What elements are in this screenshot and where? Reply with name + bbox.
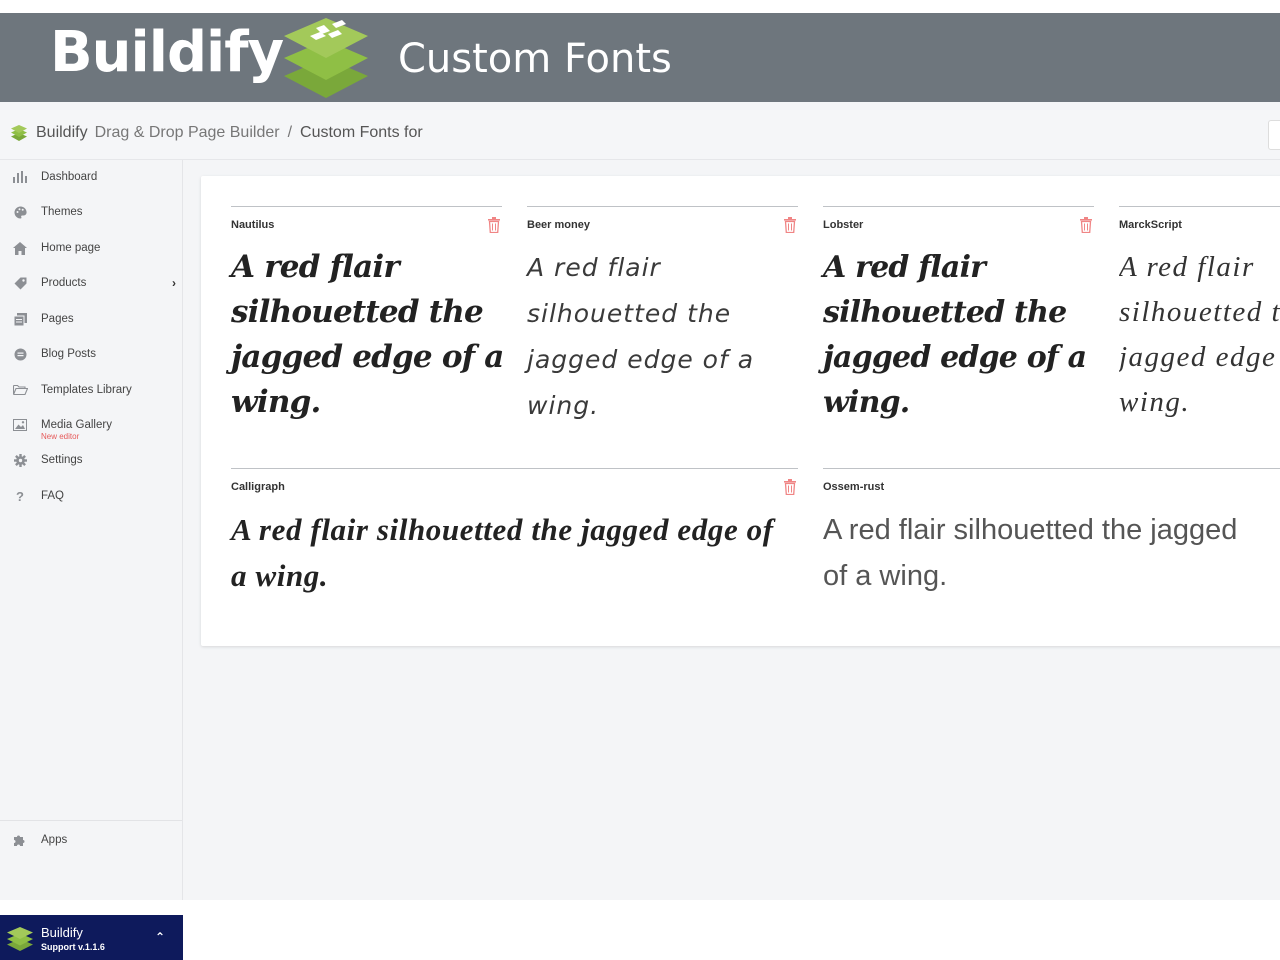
chevron-up-icon[interactable]: ⌃ bbox=[155, 930, 165, 944]
question-icon: ? bbox=[16, 488, 24, 504]
tag-icon bbox=[12, 275, 28, 291]
trash-icon[interactable] bbox=[783, 217, 797, 233]
font-sample: A red flair silhouetted the jagged edge … bbox=[527, 253, 755, 420]
sidebar-item-label: Products bbox=[41, 277, 87, 289]
puzzle-icon bbox=[12, 832, 28, 848]
buildify-logo-icon bbox=[284, 18, 368, 98]
font-card-calligraph: Calligraph A red flair silhouetted the j… bbox=[231, 468, 798, 608]
sidebar-item-label: Home page bbox=[41, 242, 101, 254]
sidebar-item-templates-library[interactable]: Templates Library bbox=[0, 373, 182, 407]
font-card-beer-money: Beer money A red flair silhouetted the j… bbox=[527, 206, 798, 436]
promo-banner: Buildify Custom Fonts bbox=[0, 0, 1280, 102]
sidebar-item-home-page[interactable]: Home page bbox=[0, 231, 182, 265]
gear-icon bbox=[12, 452, 28, 468]
trash-icon[interactable] bbox=[487, 217, 501, 233]
font-card-lobster: Lobster A red flair silhouetted the jagg… bbox=[823, 206, 1094, 436]
breadcrumb-separator: / bbox=[287, 124, 293, 141]
sidebar-item-settings[interactable]: Settings bbox=[0, 443, 182, 477]
breadcrumb-parent[interactable]: Drag & Drop Page Builder bbox=[95, 124, 280, 142]
footer-title: Buildify bbox=[41, 925, 83, 940]
breadcrumb: Buildify Drag & Drop Page Builder / Cust… bbox=[10, 124, 423, 142]
banner-brand: Buildify bbox=[50, 20, 284, 85]
sidebar-item-label: Blog Posts bbox=[41, 348, 96, 360]
top-bar: Buildify Drag & Drop Page Builder / Cust… bbox=[0, 110, 1280, 160]
folder-open-icon bbox=[12, 382, 28, 398]
sidebar-divider bbox=[0, 820, 182, 821]
font-sample: A red flair silhouetted the jagged edge … bbox=[231, 512, 774, 593]
font-sample-line: A red flair silhouetted the jagged bbox=[823, 514, 1238, 546]
sidebar-item-label: Themes bbox=[41, 206, 83, 218]
sidebar-item-label: Apps bbox=[41, 834, 68, 846]
sidebar-item-products[interactable]: Products › bbox=[0, 266, 182, 300]
buildify-footer-logo-icon bbox=[7, 927, 33, 951]
font-sample: A red flair silhouetted the jagged edge … bbox=[231, 249, 504, 420]
font-name: Calligraph bbox=[231, 481, 285, 493]
palette-icon bbox=[12, 204, 28, 220]
font-sample-line: jagged edge bbox=[1119, 341, 1277, 373]
fonts-panel: Nautilus A red flair silhouetted the jag… bbox=[201, 176, 1280, 646]
sidebar-item-label: Media Gallery bbox=[41, 419, 112, 431]
sidebar-item-dashboard[interactable]: Dashboard bbox=[0, 160, 182, 194]
sidebar-item-label: Settings bbox=[41, 454, 83, 466]
sidebar-item-apps[interactable]: Apps bbox=[0, 823, 182, 857]
font-sample-line: A red flair bbox=[1119, 251, 1255, 283]
chevron-right-icon: › bbox=[172, 276, 176, 290]
font-sample: A red flair silhouetted the jagged edge … bbox=[823, 250, 1087, 420]
font-sample: A red flair silhouetted t jagged edge wi… bbox=[1119, 245, 1280, 425]
sidebar-item-label: Pages bbox=[41, 313, 74, 325]
breadcrumb-app[interactable]: Buildify bbox=[36, 124, 88, 142]
sidebar-item-pages[interactable]: Pages bbox=[0, 302, 182, 336]
font-sample-line: silhouetted t bbox=[1119, 296, 1280, 328]
buildify-small-logo-icon bbox=[11, 125, 27, 141]
font-name: MarckScript bbox=[1119, 219, 1182, 231]
image-icon bbox=[12, 417, 28, 433]
font-name: Nautilus bbox=[231, 219, 275, 231]
sidebar-item-label: Dashboard bbox=[41, 171, 98, 183]
sidebar-item-blog-posts[interactable]: Blog Posts bbox=[0, 337, 182, 371]
font-sample: A red flair silhouetted the jagged of a … bbox=[823, 507, 1237, 599]
sidebar-item-media-gallery[interactable]: Media Gallery bbox=[0, 408, 182, 442]
banner-subtitle: Custom Fonts bbox=[398, 36, 672, 82]
font-sample-line: of a wing. bbox=[823, 560, 948, 592]
topbar-action-button[interactable] bbox=[1268, 120, 1280, 150]
trash-icon[interactable] bbox=[1079, 217, 1093, 233]
home-icon bbox=[12, 240, 28, 256]
bar-chart-icon bbox=[12, 169, 28, 185]
font-sample-line: wing. bbox=[1119, 386, 1191, 418]
sidebar-item-label: Templates Library bbox=[41, 384, 132, 396]
font-name: Ossem-rust bbox=[823, 481, 885, 493]
pages-icon bbox=[12, 311, 28, 327]
sidebar-item-label: FAQ bbox=[41, 490, 65, 502]
font-card-nautilus: Nautilus A red flair silhouetted the jag… bbox=[231, 206, 504, 436]
app-window: Buildify Drag & Drop Page Builder / Cust… bbox=[0, 102, 1280, 960]
new-editor-badge: New editor bbox=[41, 432, 80, 441]
comment-icon bbox=[12, 346, 28, 362]
font-name: Beer money bbox=[527, 219, 590, 231]
sidebar-item-faq[interactable]: ? FAQ bbox=[0, 479, 182, 513]
font-name: Lobster bbox=[823, 219, 864, 231]
font-card-ossem-rust: Ossem-rust A red flair silhouetted the j… bbox=[823, 468, 1280, 608]
support-footer[interactable]: Buildify Support v.1.1.6 ⌃ bbox=[0, 915, 183, 960]
breadcrumb-current: Custom Fonts for bbox=[300, 124, 423, 141]
footer-version: Support v.1.1.6 bbox=[41, 942, 105, 952]
sidebar: Dashboard Themes Home page Products › Pa… bbox=[0, 160, 183, 960]
font-card-marckscript: MarckScript A red flair silhouetted t ja… bbox=[1119, 206, 1280, 436]
trash-icon[interactable] bbox=[783, 479, 797, 495]
sidebar-item-themes[interactable]: Themes bbox=[0, 195, 182, 229]
